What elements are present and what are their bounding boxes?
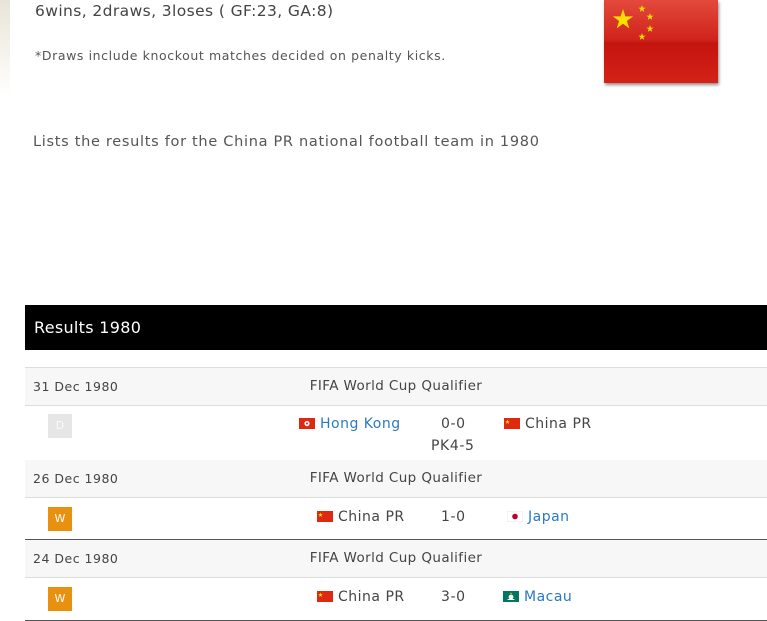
china-flag-icon [604,0,718,83]
china-flag-icon [317,511,333,522]
match-score: 3-0 [441,589,466,605]
match-competition: FIFA World Cup Qualifier [309,470,483,486]
match-score: 0-0 [441,416,466,432]
page-description: Lists the results for the China PR natio… [33,134,540,150]
match-competition: FIFA World Cup Qualifier [309,378,483,394]
match-row: 24 Dec 1980 FIFA World Cup Qualifier W C… [25,540,767,621]
results-title: Results 1980 [25,305,767,350]
home-team: China PR [317,509,405,525]
win-badge: W [48,507,72,531]
match-score: 1-0 [441,509,466,525]
results-table: Results 1980 31 Dec 1980 FIFA World Cup … [25,305,767,621]
draws-footnote: *Draws include knockout matches decided … [35,48,446,63]
china-flag-icon [504,418,520,429]
record-summary: 6wins, 2draws, 3loses ( GF:23, GA:8) [35,2,334,20]
match-header: 24 Dec 1980 FIFA World Cup Qualifier [25,540,767,578]
home-team-name: China PR [338,589,405,605]
macau-flag-icon [503,591,519,602]
match-body: D Hong Kong 0-0 China PR PK4-5 [25,406,767,460]
match-competition: FIFA World Cup Qualifier [309,550,483,566]
match-body: W China PR 1-0 Japan [25,498,767,539]
penalty-result: PK4-5 [431,438,475,454]
hong-kong-flag-icon [299,418,315,429]
home-team[interactable]: Hong Kong [299,416,401,432]
china-flag-icon [317,591,333,602]
match-body: W China PR 3-0 Macau [25,578,767,620]
home-team-link[interactable]: Hong Kong [320,416,401,432]
draw-badge: D [48,414,72,438]
left-edge-decoration [0,0,10,95]
win-badge: W [48,587,72,611]
match-row: 31 Dec 1980 FIFA World Cup Qualifier D H… [25,367,767,460]
japan-flag-icon [507,511,523,522]
away-team-link[interactable]: Japan [528,509,570,525]
away-team: China PR [504,416,592,432]
match-header: 26 Dec 1980 FIFA World Cup Qualifier [25,460,767,498]
away-team[interactable]: Japan [507,509,570,525]
home-team-name: China PR [338,509,405,525]
home-team: China PR [317,589,405,605]
match-header: 31 Dec 1980 FIFA World Cup Qualifier [25,367,767,406]
away-team-link[interactable]: Macau [524,589,572,605]
away-team-name: China PR [525,416,592,432]
away-team[interactable]: Macau [503,589,572,605]
match-row: 26 Dec 1980 FIFA World Cup Qualifier W C… [25,460,767,540]
